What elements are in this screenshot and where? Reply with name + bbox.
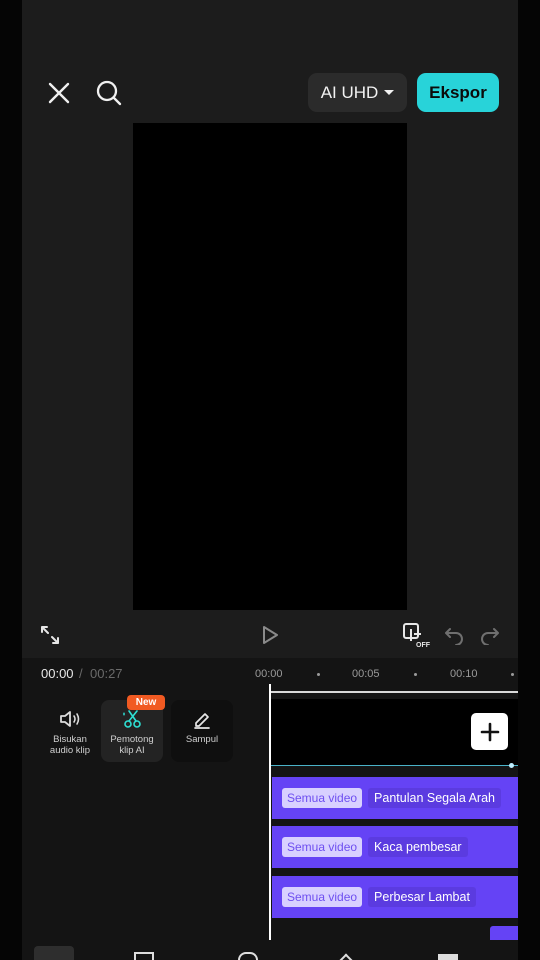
right-letterbox	[518, 0, 540, 960]
fullscreen-button[interactable]	[38, 623, 62, 647]
effect-name: Perbesar Lambat	[368, 887, 476, 907]
fullscreen-icon	[41, 626, 59, 644]
resolution-label: AI UHD	[320, 82, 379, 102]
keyframe-off-icon: OFF	[403, 623, 431, 649]
mute-label-line1: Bisukan	[53, 734, 87, 745]
export-label: Ekspor	[429, 82, 487, 102]
ruler-tick	[414, 673, 417, 676]
effect-name: Kaca pembesar	[368, 837, 468, 857]
undo-button[interactable]	[442, 623, 466, 647]
ruler-label: 00:05	[352, 668, 380, 680]
ai-scissors-icon	[123, 710, 141, 728]
redo-button[interactable]	[478, 623, 502, 647]
cover-label: Sampul	[185, 734, 219, 745]
time-separator: /	[79, 666, 83, 681]
video-editor: AI UHD Ekspor OFF 00:00 / 00:27 00:00 00…	[22, 0, 518, 960]
close-icon	[48, 82, 70, 104]
ruler-tick	[317, 673, 320, 676]
playhead[interactable]	[269, 684, 271, 940]
total-time: 00:27	[90, 666, 123, 681]
bottom-tab-selected[interactable]	[34, 946, 74, 960]
bottom-tab-icon[interactable]	[438, 954, 458, 960]
speaker-icon	[60, 711, 80, 727]
track-top-border	[271, 691, 518, 693]
mute-label-line2: audio klip	[49, 745, 91, 756]
search-icon	[96, 80, 122, 106]
add-clip-button[interactable]	[471, 713, 508, 750]
effect-tag: Semua video	[282, 837, 363, 857]
effect-clip-partial[interactable]	[490, 926, 518, 940]
pencil-icon	[194, 713, 210, 729]
effect-clip[interactable]: Semua video Perbesar Lambat	[272, 876, 518, 918]
cutter-label-line1: Pemotong	[110, 734, 154, 745]
undo-icon	[445, 628, 463, 645]
effect-tag: Semua video	[282, 788, 363, 808]
mute-audio-button[interactable]: Bisukan audio klip	[39, 700, 101, 762]
ruler-label: 00:00	[255, 668, 283, 680]
track-bottom-border	[271, 765, 518, 766]
caret-down-icon	[384, 90, 395, 95]
cutter-label-line2: klip AI	[119, 745, 145, 756]
effect-name: Pantulan Segala Arah	[368, 788, 501, 808]
keyframe-toggle[interactable]: OFF	[400, 620, 434, 650]
current-time: 00:00	[41, 666, 74, 681]
bottom-tab-icon[interactable]	[134, 952, 154, 960]
track-end-marker	[509, 763, 514, 768]
export-button[interactable]: Ekspor	[417, 73, 499, 112]
ruler-tick	[511, 673, 514, 676]
redo-icon	[481, 628, 499, 645]
effect-tag: Semua video	[282, 887, 363, 907]
ruler-label: 00:10	[450, 668, 478, 680]
play-button[interactable]	[258, 623, 282, 647]
resolution-dropdown[interactable]: AI UHD	[308, 73, 407, 112]
plus-icon	[480, 722, 499, 741]
svg-text:OFF: OFF	[416, 642, 431, 649]
cover-button[interactable]: Sampul	[171, 700, 233, 762]
play-icon	[263, 626, 278, 644]
search-button[interactable]	[94, 78, 124, 108]
effect-clip[interactable]: Semua video Kaca pembesar	[272, 826, 518, 868]
new-badge: New	[127, 695, 165, 710]
close-button[interactable]	[44, 78, 74, 108]
bottom-tab-icon[interactable]	[238, 952, 258, 960]
video-preview[interactable]	[133, 123, 407, 610]
effect-clip[interactable]: Semua video Pantulan Segala Arah	[272, 777, 518, 819]
left-letterbox	[0, 0, 22, 960]
